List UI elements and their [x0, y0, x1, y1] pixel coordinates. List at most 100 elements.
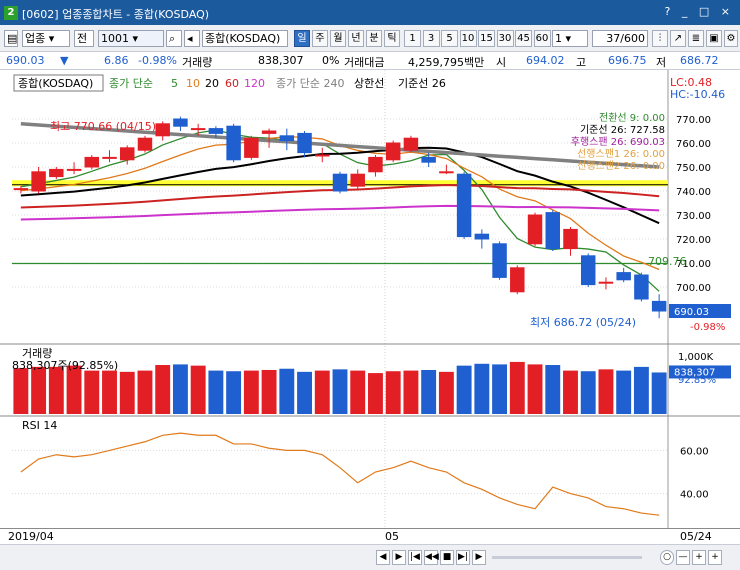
interval-button-0[interactable]: 1 — [404, 30, 421, 47]
volume-bar — [563, 370, 578, 414]
time-label-start: 2019/04 — [8, 530, 54, 543]
window-number-badge: 2 — [4, 6, 18, 20]
market-select[interactable]: 업종 ▾ — [22, 30, 70, 47]
add-panel-button[interactable]: + — [708, 550, 722, 565]
price-tick: 740.00 — [676, 187, 711, 198]
page-counter: 37/600 — [592, 30, 648, 47]
candle-body — [421, 156, 436, 163]
zoom-in-button[interactable]: + — [692, 550, 706, 565]
unit-select[interactable]: 1 ▾ — [552, 30, 588, 47]
volume-bar — [13, 368, 29, 414]
scroll-left-button[interactable]: ◀ — [376, 550, 390, 565]
candle-body — [244, 137, 259, 158]
legend-ma10: 10 — [186, 77, 200, 90]
candle-body — [527, 214, 543, 245]
search-icon[interactable]: ⌕ — [166, 30, 182, 47]
settings-icon[interactable]: ⚙ — [724, 30, 738, 47]
min-price-label: 최저 686.72 (05/24) — [530, 316, 636, 329]
toolbar: ▤ 업종 ▾ 전 1001 ▾ ⌕ ◂ 종합(KOSDAQ) 1 ▾ 37/60… — [0, 25, 740, 52]
period-button-5[interactable]: 틱 — [384, 30, 400, 47]
interval-button-1[interactable]: 3 — [422, 30, 440, 47]
candle-body — [261, 130, 277, 134]
candle-body — [456, 173, 472, 238]
prev-item-icon[interactable]: ◂ — [184, 30, 200, 47]
period-button-0[interactable]: 일 — [294, 30, 310, 47]
status-bar: ◀ ▶ |◀ ◀◀ ■ ▶| ▶ ○ — + + — [0, 544, 740, 570]
interval-button-6[interactable]: 45 — [515, 30, 532, 47]
period-button-4[interactable]: 분 — [366, 30, 382, 47]
candle-body — [545, 212, 560, 250]
scroll-right-button[interactable]: ▶ — [392, 550, 406, 565]
ichimoku-base: 기준선 26: 727.58 — [580, 124, 665, 136]
volume-bar — [580, 371, 596, 414]
legend-upper: 상한선 — [354, 77, 384, 90]
price-change-rate: -0.98% — [138, 54, 177, 67]
volume-bar — [119, 371, 135, 414]
play-button[interactable]: ▶ — [472, 550, 486, 565]
interval-button-2[interactable]: 5 — [441, 30, 458, 47]
rewind-button[interactable]: ◀◀ — [424, 550, 439, 565]
candle-body — [403, 137, 419, 151]
candle-body — [350, 173, 365, 187]
candle-type-icon[interactable]: ⫶ — [652, 30, 668, 47]
time-label-month: 05 — [385, 530, 399, 543]
volume-readout: 838,307주(92.85%) — [12, 359, 118, 372]
all-button[interactable]: 전 — [74, 30, 94, 47]
zoom-out-button[interactable]: — — [676, 550, 690, 565]
drawing-tool-icon[interactable]: ↗ — [670, 30, 686, 47]
interval-button-3[interactable]: 10 — [459, 30, 477, 47]
save-icon[interactable]: ▣ — [706, 30, 722, 47]
candle-body — [368, 156, 383, 173]
volume-value: 838,307 — [258, 54, 304, 67]
period-button-2[interactable]: 월 — [330, 30, 346, 47]
volume-bar — [350, 370, 366, 414]
down-arrow-icon: ▼ — [60, 54, 69, 67]
volume-bar — [226, 371, 242, 414]
volume-bar — [208, 370, 224, 414]
volume-bar — [474, 363, 490, 414]
title-bar: 2 [0602] 업종종합차트 - 종합(KOSDAQ) ? _ □ × — [0, 0, 740, 25]
interval-button-5[interactable]: 30 — [496, 30, 514, 47]
chart-area[interactable]: 770.00760.00750.00740.00730.00720.00710.… — [0, 70, 740, 548]
candle-body — [66, 168, 82, 171]
scroll-track[interactable] — [492, 556, 642, 559]
interval-button-7[interactable]: 60 — [533, 30, 551, 47]
legend-ma5: 5 — [171, 77, 178, 90]
low-price: 686.72 — [680, 54, 719, 67]
candle-body — [439, 171, 454, 174]
legend-ma120: 120 — [244, 77, 265, 90]
last-button[interactable]: ▶| — [456, 550, 470, 565]
period-button-3[interactable]: 년 — [348, 30, 364, 47]
window-controls[interactable]: ? _ □ × — [665, 5, 734, 18]
first-button[interactable]: |◀ — [408, 550, 422, 565]
candle-body — [13, 188, 29, 191]
stop-button[interactable]: ■ — [440, 550, 454, 565]
period-button-1[interactable]: 주 — [312, 30, 328, 47]
unit-select-value: 1 — [555, 32, 562, 45]
interval-button-4[interactable]: 15 — [478, 30, 495, 47]
volume-bar — [155, 365, 171, 414]
legend-ma-label: 종가 단순 — [109, 77, 153, 90]
code-input-value: 1001 — [101, 32, 129, 45]
candle-body — [474, 233, 490, 240]
volume-bar — [190, 365, 206, 414]
code-input[interactable]: 1001 ▾ — [98, 30, 164, 47]
time-label-end: 05/24 — [680, 530, 712, 543]
instrument-name-field: 종합(KOSDAQ) — [202, 30, 288, 47]
candle-body — [297, 132, 312, 154]
price-tick: 770.00 — [676, 115, 711, 126]
volume-bar — [48, 366, 64, 414]
candle-body — [226, 125, 241, 161]
market-select-value: 업종 — [25, 32, 46, 45]
volume-bar — [137, 370, 153, 414]
hc-readout: HC:-10.46 — [670, 88, 725, 101]
volume-bar — [492, 364, 508, 414]
indicator-icon[interactable]: ≣ — [688, 30, 704, 47]
volume-bar — [314, 370, 330, 414]
candle-body — [634, 274, 649, 300]
candle-body — [120, 147, 135, 161]
candle-body — [279, 135, 295, 142]
zoom-reset-button[interactable]: ○ — [660, 550, 674, 565]
legend-ma60: 60 — [225, 77, 239, 90]
volume-bar — [385, 371, 401, 414]
